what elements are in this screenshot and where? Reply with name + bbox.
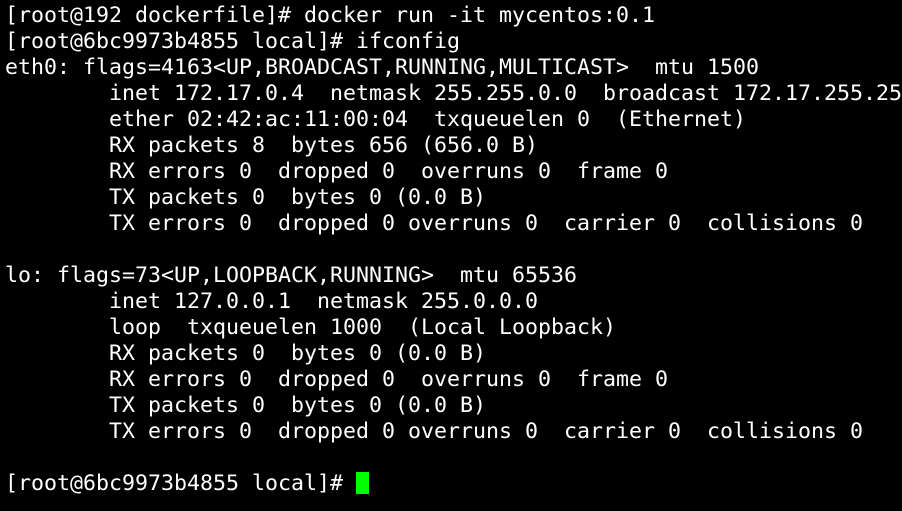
terminal-line-13: loop txqueuelen 1000 (Local Loopback) xyxy=(5,315,617,340)
terminal-line-18 xyxy=(5,445,902,471)
terminal-line-12: inet 127.0.0.1 netmask 255.0.0.0 xyxy=(5,289,539,314)
terminal-window[interactable]: [root@192 dockerfile]# docker run -it my… xyxy=(0,0,902,511)
terminal-line-8: TX packets 0 bytes 0 (0.0 B) xyxy=(5,185,487,210)
terminal-line-5: ether 02:42:ac:11:00:04 txqueuelen 0 (Et… xyxy=(5,107,747,132)
prompt-text: [root@6bc9973b4855 local]# xyxy=(5,471,357,496)
terminal-line-11: lo: flags=73<UP,LOOPBACK,RUNNING> mtu 65… xyxy=(5,263,578,288)
terminal-line-6: RX packets 8 bytes 656 (656.0 B) xyxy=(5,133,539,158)
terminal-line-15: RX errors 0 dropped 0 overruns 0 frame 0 xyxy=(5,367,669,392)
terminal-line-17: TX errors 0 dropped 0 overruns 0 carrier… xyxy=(5,419,864,444)
terminal-line-2: [root@6bc9973b4855 local]# ifconfig xyxy=(5,29,461,54)
cursor-block xyxy=(356,472,370,494)
terminal-line-4: inet 172.17.0.4 netmask 255.255.0.0 broa… xyxy=(5,81,902,106)
terminal-line-14: RX packets 0 bytes 0 (0.0 B) xyxy=(5,341,487,366)
terminal-line-9: TX errors 0 dropped 0 overruns 0 carrier… xyxy=(5,211,864,236)
terminal-line-1: [root@192 dockerfile]# docker run -it my… xyxy=(5,3,656,28)
terminal-line-7: RX errors 0 dropped 0 overruns 0 frame 0 xyxy=(5,159,669,184)
prompt-line[interactable]: [root@6bc9973b4855 local]# xyxy=(5,471,902,497)
terminal-line-10 xyxy=(5,237,902,263)
terminal-line-3: eth0: flags=4163<UP,BROADCAST,RUNNING,MU… xyxy=(5,55,760,80)
terminal-line-16: TX packets 0 bytes 0 (0.0 B) xyxy=(5,393,487,418)
